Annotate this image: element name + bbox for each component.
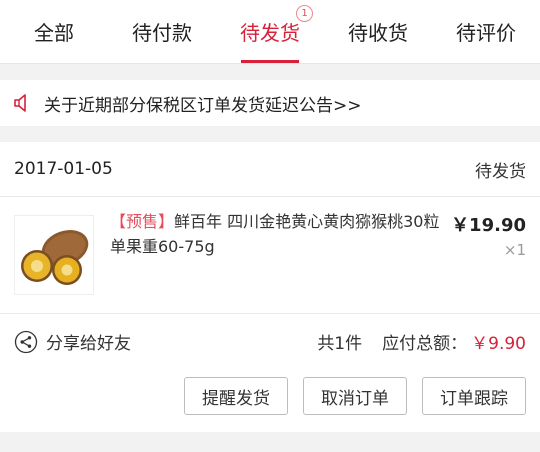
share-icon <box>14 330 38 354</box>
product-price: ￥19.90 <box>451 215 526 236</box>
order-summary: 分享给好友 共1件 应付总额： ￥9.90 <box>0 314 540 369</box>
share-button[interactable]: 分享给好友 <box>14 329 131 354</box>
order-date: 2017-01-05 <box>14 159 113 179</box>
remind-shipment-button[interactable]: 提醒发货 <box>184 377 288 415</box>
tab-pending-review[interactable]: 待评价 <box>432 0 540 63</box>
total-label: 应付总额： <box>382 334 468 354</box>
announcement-text: 关于近期部分保税区订单发货延迟公告>> <box>44 95 362 116</box>
tab-pending-shipment[interactable]: 待发货 1 <box>216 0 324 63</box>
share-label: 分享给好友 <box>46 334 131 354</box>
order-item[interactable]: 【预售】鲜百年 四川金艳黄心黄肉猕猴桃30粒 单果重60-75g ￥19.90 … <box>0 197 540 314</box>
order-actions: 提醒发货 取消订单 订单跟踪 <box>0 369 540 415</box>
tab-label-text: 待发货 <box>240 21 300 45</box>
order-header: 2017-01-05 待发货 <box>0 142 540 197</box>
cancel-order-button[interactable]: 取消订单 <box>303 377 407 415</box>
tab-pending-payment[interactable]: 待付款 <box>108 0 216 63</box>
announcement-banner[interactable]: 关于近期部分保税区订单发货延迟公告>> <box>0 80 540 126</box>
tab-all[interactable]: 全部 <box>0 0 108 63</box>
presale-tag: 【预售】 <box>110 212 175 231</box>
order-status: 待发货 <box>475 161 526 182</box>
order-card: 2017-01-05 待发货 【预售】鲜百年 四川金艳黄心黄肉猕猴桃30粒 单果… <box>0 142 540 432</box>
total-amount: ￥9.90 <box>471 334 526 354</box>
product-title: 【预售】鲜百年 四川金艳黄心黄肉猕猴桃30粒 单果重60-75g <box>110 209 440 259</box>
item-count: 共1件 <box>317 334 363 354</box>
tab-label: 待评价 <box>456 21 516 45</box>
product-image <box>14 215 94 295</box>
tab-label: 待付款 <box>132 21 192 45</box>
speaker-icon <box>12 92 34 114</box>
order-status-tabs: 全部 待付款 待发货 1 待收货 待评价 <box>0 0 540 64</box>
product-quantity: ×1 <box>503 241 526 259</box>
tab-label: 全部 <box>34 21 74 45</box>
tab-label: 待收货 <box>348 21 408 45</box>
track-order-button[interactable]: 订单跟踪 <box>422 377 526 415</box>
tab-pending-receipt[interactable]: 待收货 <box>324 0 432 63</box>
count-badge: 1 <box>296 5 313 22</box>
tab-label: 待发货 1 <box>240 5 313 46</box>
